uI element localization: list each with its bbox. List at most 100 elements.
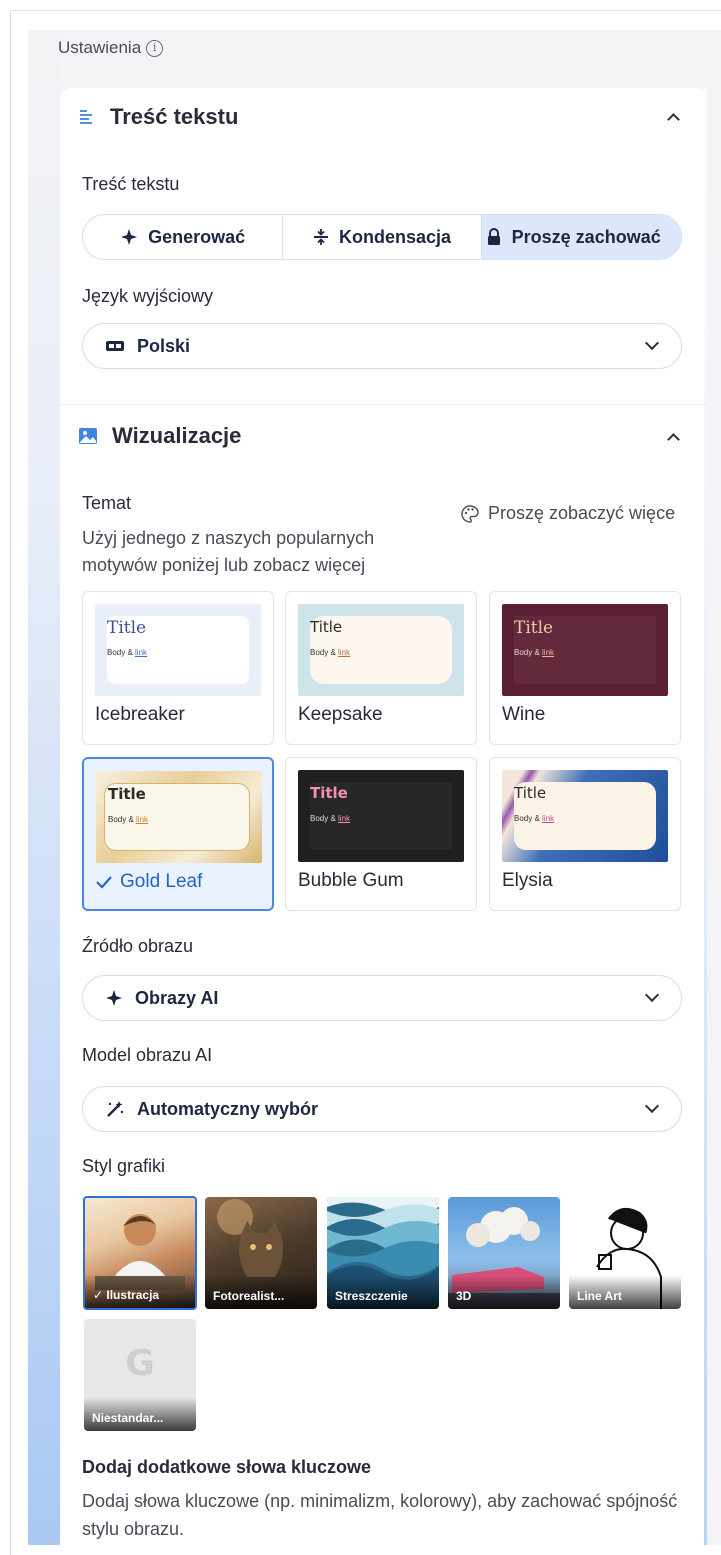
theme-preview-title: Title	[108, 785, 146, 803]
theme-name: Icebreaker	[95, 704, 185, 725]
sparkle-icon	[121, 229, 138, 245]
theme-name: Gold Leaf	[120, 871, 203, 892]
collapse-text-section-chevron-icon[interactable]	[666, 110, 680, 124]
theme-card-wine[interactable]: Title Body & link Wine	[489, 591, 681, 745]
graphic-style-label: Styl grafiki	[82, 1156, 166, 1176]
palette-icon	[461, 504, 479, 523]
visuals-section-title: Wizualizacje	[112, 423, 242, 448]
text-content-label: Treść tekstu	[82, 174, 180, 194]
theme-preview-link-text: link	[136, 815, 149, 824]
image-model-label: Model obrazu AI	[82, 1045, 213, 1065]
theme-preview: Title Body & link	[95, 604, 261, 696]
checkmark-icon	[96, 876, 112, 889]
custom-style-g-icon: G	[125, 1343, 155, 1384]
mode-condense-label: Kondensacja	[338, 226, 452, 247]
chevron-down-icon	[645, 338, 657, 350]
theme-card-bubble-gum[interactable]: Title Body & link Bubble Gum	[285, 757, 477, 911]
theme-preview-body-text: Body &	[514, 814, 540, 823]
style-caption: ✓ Ilustracja	[85, 1274, 195, 1308]
theme-description: Użyj jednego z naszych popularnych motyw…	[82, 525, 374, 579]
theme-preview-body: Body & link	[310, 648, 350, 657]
output-language-select[interactable]: Polski	[82, 323, 682, 369]
text-lines-icon	[80, 110, 92, 124]
see-more-themes-label: Proszę zobaczyć więce	[488, 503, 676, 523]
settings-title: Ustawienia	[58, 38, 142, 57]
image-source-label: Źródło obrazu	[82, 936, 194, 956]
theme-preview-title: Title	[107, 618, 147, 638]
theme-preview: Title Body & link	[298, 770, 464, 862]
checkmark-icon: ✓	[93, 1288, 107, 1302]
image-model-select[interactable]: Automatyczny wybór	[82, 1086, 682, 1132]
style-caption: 3D	[448, 1275, 560, 1309]
theme-name-selected: Gold Leaf	[96, 871, 202, 893]
theme-name: Elysia	[502, 870, 553, 891]
mode-generate-button[interactable]: Generować	[83, 215, 284, 259]
style-label: Fotorealist...	[213, 1289, 285, 1303]
output-language-value: Polski	[137, 335, 191, 356]
text-content-section-header[interactable]: Treść tekstu	[78, 104, 238, 130]
theme-preview-body: Body & link	[108, 815, 148, 824]
mode-condense-button[interactable]: Kondensacja	[283, 215, 482, 259]
magic-wand-icon	[107, 1101, 124, 1117]
theme-card-icebreaker[interactable]: Title Body & link Icebreaker	[82, 591, 274, 745]
style-label: Line Art	[577, 1289, 622, 1303]
theme-description-line-1: Użyj jednego z naszych popularnych	[82, 528, 375, 548]
style-3d-tile[interactable]: 3D	[448, 1197, 560, 1309]
theme-preview-title: Title	[310, 784, 348, 802]
theme-preview-link-text: link	[338, 648, 351, 657]
see-more-themes-link[interactable]: Proszę zobaczyć więce	[460, 503, 707, 524]
card-edge-gradient	[704, 88, 707, 1545]
visuals-section-header[interactable]: Wizualizacje	[78, 423, 241, 449]
theme-name: Wine	[502, 704, 546, 725]
style-caption: Line Art	[569, 1275, 681, 1309]
text-content-section-title: Treść tekstu	[110, 104, 239, 129]
collapse-visuals-section-chevron-icon[interactable]	[666, 430, 680, 444]
style-label: Streszczenie	[335, 1289, 408, 1303]
theme-preview-title: Title	[514, 618, 554, 638]
theme-preview-link-text: link	[338, 814, 351, 823]
lock-icon	[487, 228, 500, 245]
theme-preview-body-text: Body &	[514, 648, 540, 657]
theme-preview-body: Body & link	[107, 648, 147, 657]
theme-description-line-2: motywów poniżej lub zobacz więcej	[82, 555, 366, 575]
theme-label: Temat	[82, 493, 132, 513]
theme-preview-title: Title	[310, 618, 343, 636]
panel-edge-gradient	[28, 30, 60, 1545]
chevron-down-icon	[645, 990, 657, 1002]
theme-card-elysia[interactable]: Title Body & link Elysia	[489, 757, 681, 911]
image-source-select[interactable]: Obrazy AI	[82, 975, 682, 1021]
text-mode-segmented-control: Generować Kondensacja Proszę zachować	[82, 214, 682, 260]
theme-preview: Title Body & link	[96, 771, 262, 863]
settings-header: Ustawienia i	[58, 38, 164, 58]
style-caption: Niestandar...	[84, 1397, 196, 1431]
theme-preview-body-text: Body &	[310, 814, 336, 823]
theme-preview-body: Body & link	[514, 814, 554, 823]
style-caption: Fotorealist...	[205, 1275, 317, 1309]
style-illustration-tile[interactable]: ✓ Ilustracja	[83, 1196, 197, 1310]
theme-preview: Title Body & link	[502, 604, 668, 696]
style-abstract-tile[interactable]: Streszczenie	[327, 1197, 439, 1309]
image-source-value: Obrazy AI	[135, 987, 219, 1008]
style-photorealistic-tile[interactable]: Fotorealist...	[205, 1197, 317, 1309]
keywords-title: Dodaj dodatkowe słowa kluczowe	[82, 1457, 372, 1477]
style-line-art-tile[interactable]: Line Art	[569, 1197, 681, 1309]
condense-icon	[313, 229, 328, 245]
theme-card-keepsake[interactable]: Title Body & link Keepsake	[285, 591, 477, 745]
info-icon[interactable]: i	[146, 39, 164, 57]
style-label: Ilustracja	[106, 1288, 160, 1302]
image-icon	[79, 428, 97, 444]
keywords-description: Dodaj słowa kluczowe (np. minimalizm, ko…	[82, 1491, 678, 1539]
output-language-label: Język wyjściowy	[82, 286, 214, 306]
style-custom-tile[interactable]: G Niestandar...	[84, 1319, 196, 1431]
sparkle-icon	[106, 990, 122, 1006]
mode-keep-label: Proszę zachować	[511, 226, 661, 247]
theme-card-gold-leaf[interactable]: Title Body & link Gold Leaf	[82, 757, 274, 911]
style-label: Niestandar...	[92, 1411, 164, 1425]
style-label: 3D	[456, 1289, 472, 1303]
section-divider	[60, 404, 707, 405]
theme-name: Bubble Gum	[298, 870, 404, 891]
theme-preview-body-text: Body &	[108, 815, 134, 824]
mode-keep-button[interactable]: Proszę zachować	[481, 215, 681, 259]
language-icon	[106, 341, 124, 351]
theme-preview-title: Title	[514, 784, 547, 802]
